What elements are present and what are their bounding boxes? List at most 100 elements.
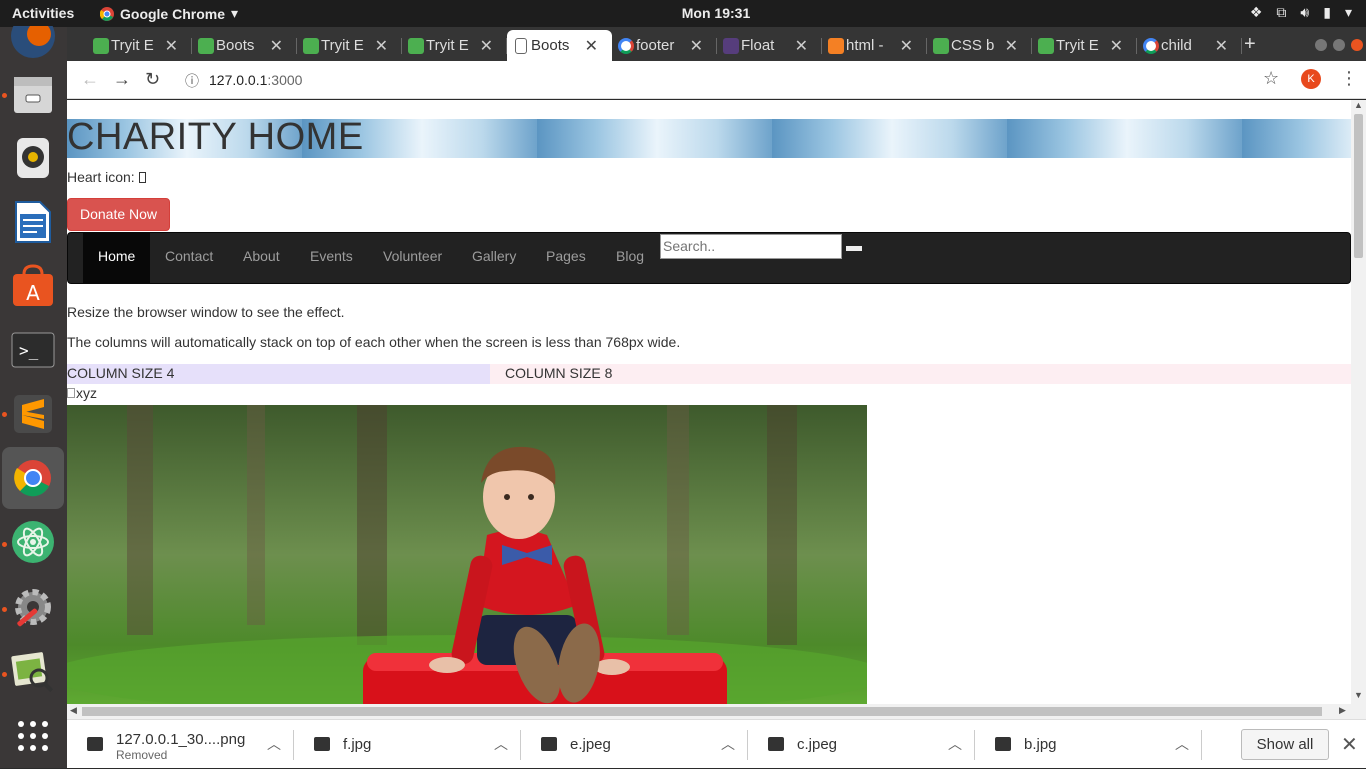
tab-title: Boots	[531, 37, 570, 54]
vertical-scrollbar[interactable]: ▲ ▼	[1351, 100, 1366, 704]
nav-link-contact[interactable]: Contact	[150, 233, 228, 283]
download-item[interactable]: e.jpeg ︿	[521, 720, 748, 769]
tab[interactable]: Tryit E ✕	[297, 30, 402, 61]
scroll-down-arrow-icon[interactable]: ▼	[1354, 690, 1363, 700]
downloads-shelf: 127.0.0.1_30....png Removed ︿ f.jpg ︿ e.jpeg ︿…	[67, 719, 1366, 768]
chrome-toolbar: ← → ↻ ⓘ 127.0.0.1:3000 ☆ K ⋮	[67, 61, 1366, 99]
download-item[interactable]: f.jpg ︿	[294, 720, 521, 769]
nav-link-blog[interactable]: Blog	[601, 233, 659, 283]
close-window-button[interactable]	[1351, 39, 1363, 51]
new-tab-button[interactable]: +	[1244, 33, 1256, 56]
nav-link-home[interactable]: Home	[83, 233, 151, 283]
download-filename: f.jpg	[343, 736, 372, 753]
scroll-up-arrow-icon[interactable]: ▲	[1354, 100, 1363, 110]
file-icon	[995, 737, 1011, 751]
forward-button[interactable]: →	[113, 69, 131, 90]
file-icon	[541, 737, 557, 751]
close-tab-icon[interactable]: ✕	[480, 36, 493, 56]
scroll-right-arrow-icon[interactable]: ▶	[1339, 705, 1346, 716]
close-tab-icon[interactable]: ✕	[165, 36, 178, 56]
vertical-scroll-thumb[interactable]	[1354, 114, 1363, 258]
network-icon[interactable]: ⧉	[1276, 4, 1286, 21]
clock[interactable]: Mon 19:31	[0, 5, 1366, 21]
tab[interactable]: Float ✕	[717, 30, 822, 61]
page-viewport: CHARITY HOME Heart icon: Donate Now Home…	[67, 100, 1351, 704]
close-tab-icon[interactable]: ✕	[900, 36, 913, 56]
donate-button[interactable]: Donate Now	[67, 198, 170, 231]
rhythmbox-icon[interactable]	[8, 133, 58, 183]
w3schools-icon	[933, 38, 949, 54]
app-grid-icon[interactable]	[8, 711, 58, 761]
close-tab-icon[interactable]: ✕	[1215, 36, 1228, 56]
tab[interactable]: child ✕	[1137, 30, 1242, 61]
chevron-up-icon[interactable]: ︿	[267, 734, 281, 754]
tab[interactable]: Boots ✕	[507, 30, 612, 61]
address-bar[interactable]: 127.0.0.1:3000	[209, 72, 302, 88]
chevron-up-icon[interactable]: ︿	[948, 734, 962, 754]
nav-link-gallery[interactable]: Gallery	[457, 233, 531, 283]
reload-button[interactable]: ↻	[145, 69, 160, 90]
minimize-button[interactable]	[1315, 39, 1327, 51]
firefox-icon[interactable]	[8, 19, 58, 69]
close-shelf-icon[interactable]: ✕	[1341, 732, 1358, 757]
chevron-up-icon[interactable]: ︿	[494, 734, 508, 754]
tab[interactable]: Tryit E ✕	[402, 30, 507, 61]
system-tray[interactable]: ❖ ⧉ 🔊︎ ▮ ▾	[1250, 4, 1352, 21]
search-input[interactable]: Search..	[660, 234, 842, 259]
sublime-text-icon[interactable]	[8, 389, 58, 439]
battery-icon[interactable]: ▮	[1323, 4, 1331, 21]
download-item[interactable]: b.jpg ︿	[975, 720, 1202, 769]
tab[interactable]: Boots ✕	[192, 30, 297, 61]
libreoffice-writer-icon[interactable]	[8, 197, 58, 247]
close-tab-icon[interactable]: ✕	[1110, 36, 1123, 56]
close-tab-icon[interactable]: ✕	[270, 36, 283, 56]
chrome-menu-icon[interactable]: ⋮	[1340, 68, 1358, 89]
download-item[interactable]: 127.0.0.1_30....png Removed ︿	[67, 720, 294, 769]
power-menu-icon[interactable]: ▾	[1345, 4, 1352, 21]
nav-link-about[interactable]: About	[228, 233, 295, 283]
volume-icon[interactable]: 🔊︎	[1300, 4, 1309, 21]
profile-avatar[interactable]: K	[1301, 69, 1321, 89]
close-tab-icon[interactable]: ✕	[690, 36, 703, 56]
url-host: 127.0.0.1	[209, 72, 268, 88]
system-settings-icon[interactable]	[8, 582, 58, 632]
nav-link-pages[interactable]: Pages	[531, 233, 601, 283]
horizontal-scroll-thumb[interactable]	[82, 707, 1322, 716]
chrome-tab-strip: Tryit E ✕ Boots ✕ Tryit E ✕ Tryit E ✕ Boots ✕ foot…	[67, 27, 1366, 61]
close-tab-icon[interactable]: ✕	[795, 36, 808, 56]
show-all-button[interactable]: Show all	[1241, 729, 1329, 760]
tab[interactable]: html - ✕	[822, 30, 927, 61]
scroll-left-arrow-icon[interactable]: ◀	[70, 705, 77, 716]
dropbox-icon[interactable]: ❖	[1250, 4, 1263, 21]
maximize-button[interactable]	[1333, 39, 1345, 51]
tab[interactable]: footer ✕	[612, 30, 717, 61]
download-filename: e.jpeg	[570, 736, 611, 753]
chrome-icon[interactable]	[2, 447, 64, 509]
horizontal-scrollbar[interactable]: ◀ ▶	[67, 704, 1366, 719]
tab-title: Boots	[216, 37, 255, 54]
close-tab-icon[interactable]: ✕	[1005, 36, 1018, 56]
atom-icon[interactable]	[8, 517, 58, 567]
tab[interactable]: Tryit E ✕	[1032, 30, 1137, 61]
terminal-icon[interactable]: >_	[8, 325, 58, 375]
software-center-icon[interactable]: A	[8, 261, 58, 311]
nav-link-volunteer[interactable]: Volunteer	[368, 233, 457, 283]
search-button[interactable]	[846, 246, 862, 251]
close-tab-icon[interactable]: ✕	[375, 36, 388, 56]
close-tab-icon[interactable]: ✕	[585, 36, 598, 56]
tab[interactable]: Tryit E ✕	[87, 30, 192, 61]
tab-title: Tryit E	[111, 37, 154, 54]
gnome-top-bar: Activities Google Chrome ▾ Mon 19:31 ❖ ⧉…	[0, 0, 1366, 27]
bookmark-star-icon[interactable]: ☆	[1263, 68, 1279, 89]
tab-title: Tryit E	[426, 37, 469, 54]
files-icon[interactable]	[8, 69, 58, 119]
nav-link-events[interactable]: Events	[295, 233, 368, 283]
download-item[interactable]: c.jpeg ︿	[748, 720, 975, 769]
tab[interactable]: CSS b ✕	[927, 30, 1032, 61]
site-info-icon[interactable]: ⓘ	[185, 71, 199, 91]
image-viewer-icon[interactable]	[8, 647, 58, 697]
chevron-up-icon[interactable]: ︿	[721, 734, 735, 754]
stackoverflow-icon	[828, 38, 844, 54]
chevron-up-icon[interactable]: ︿	[1175, 734, 1189, 754]
back-button[interactable]: ←	[81, 69, 99, 90]
